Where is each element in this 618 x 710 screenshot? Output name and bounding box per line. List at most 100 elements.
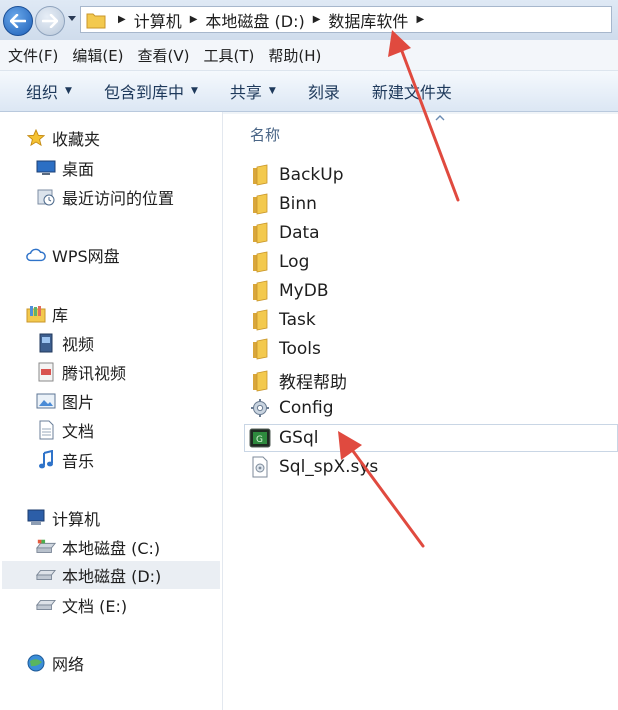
nav-network[interactable]: 网络 [26,651,84,675]
nav-favorites[interactable]: 收藏夹 [26,126,100,150]
nav-recent-places[interactable]: 最近访问的位置 [36,185,174,209]
library-icon [26,304,46,324]
pictures-icon [36,391,56,411]
menu-bar: 文件(F) 编辑(E) 查看(V) 工具(T) 帮助(H) [0,40,618,71]
system-file-icon [249,456,271,478]
breadcrumb-arrow-icon[interactable]: ▶ [416,14,424,25]
nav-label: 图片 [62,393,95,412]
file-item-task[interactable]: Task [249,309,316,331]
file-item-log[interactable]: Log [249,251,309,273]
file-name: 教程帮助 [279,373,347,393]
file-name: Binn [279,194,317,214]
navigation-pane: 收藏夹 桌面 最近访问的位置 WPS网盘 库 视频 腾讯视频 图片 文档 音乐 … [0,112,223,710]
history-dropdown-icon[interactable] [67,15,77,23]
nav-label: 库 [52,306,69,325]
file-item-binn[interactable]: Binn [249,193,317,215]
file-item-config[interactable]: Config [249,397,334,419]
nav-computer[interactable]: 计算机 [26,506,100,530]
chevron-down-icon: ▼ [268,86,276,96]
video-icon [36,333,56,353]
file-name: Data [279,223,320,243]
menu-view[interactable]: 查看(V) [138,45,190,66]
burn-label: 刻录 [307,83,340,102]
file-name: Tools [279,339,321,359]
organize-button[interactable]: 组织 ▼ [26,79,72,103]
nav-libraries[interactable]: 库 [26,302,68,326]
file-name: Task [279,310,316,330]
file-item-sql-spx-sys[interactable]: Sql_spX.sys [249,456,378,478]
include-library-button[interactable]: 包含到库中 ▼ [104,79,198,103]
breadcrumb-arrow-icon[interactable]: ▶ [190,14,198,25]
drive-icon [36,565,56,585]
menu-tools[interactable]: 工具(T) [204,45,255,66]
nav-drive-d[interactable]: 本地磁盘 (D:) [2,561,220,589]
folder-icon [249,251,271,273]
breadcrumb-drive-d[interactable]: ▶ 本地磁盘 (D:) [182,8,305,32]
music-icon [36,450,56,470]
nav-label: 桌面 [62,160,95,179]
file-item-mydb[interactable]: MyDB [249,280,328,302]
forward-arrow-icon [42,14,58,28]
back-arrow-icon [10,14,26,28]
breadcrumb-arrow-icon[interactable]: ▶ [118,14,126,25]
file-item-tools[interactable]: Tools [249,338,321,360]
nav-pictures[interactable]: 图片 [36,389,94,413]
recent-places-icon [36,187,56,207]
network-icon [26,653,46,673]
file-name: GSql [279,428,319,448]
forward-button[interactable] [35,6,65,36]
menu-edit[interactable]: 编辑(E) [72,45,123,66]
folder-icon [249,309,271,331]
breadcrumb-label[interactable]: 数据库软件 [328,8,408,32]
nav-wps-cloud[interactable]: WPS网盘 [26,243,120,267]
share-label: 共享 [229,83,262,102]
nav-videos[interactable]: 视频 [36,331,94,355]
nav-label: 视频 [62,335,95,354]
nav-drive-e[interactable]: 文档 (E:) [36,593,127,617]
sort-arrow-icon [435,115,445,121]
breadcrumb-database-software[interactable]: ▶ 数据库软件 ▶ [305,8,432,32]
share-button[interactable]: 共享 ▼ [230,79,276,103]
file-name: Log [279,252,310,272]
file-list-pane: 名称 BackUp Binn Data Log MyDB Task Tools … [223,112,618,710]
nav-label: 音乐 [62,452,95,471]
nav-label: 文档 (E:) [62,597,128,616]
breadcrumb-arrow-icon[interactable]: ▶ [313,14,321,25]
menu-help[interactable]: 帮助(H) [268,45,321,66]
file-item-gsql[interactable]: G GSql [244,424,618,452]
computer-icon [26,508,46,528]
address-path[interactable]: ▶ 计算机 ▶ 本地磁盘 (D:) ▶ 数据库软件 ▶ [80,6,612,33]
tencent-video-icon [36,362,56,382]
chevron-down-icon: ▼ [190,86,198,96]
new-folder-button[interactable]: 新建文件夹 [372,79,452,103]
nav-label: WPS网盘 [52,247,120,266]
back-button[interactable] [3,6,33,36]
breadcrumb-label[interactable]: 计算机 [134,8,182,32]
nav-documents[interactable]: 文档 [36,418,94,442]
burn-button[interactable]: 刻录 [308,79,340,103]
file-item-help[interactable]: 教程帮助 [249,368,347,393]
file-name: Sql_spX.sys [279,457,379,477]
nav-label: 最近访问的位置 [62,189,175,208]
menu-file[interactable]: 文件(F) [8,45,58,66]
nav-tencent-video[interactable]: 腾讯视频 [36,360,126,384]
include-library-label: 包含到库中 [103,83,184,102]
nav-music[interactable]: 音乐 [36,448,94,472]
breadcrumb-label[interactable]: 本地磁盘 (D:) [205,8,304,32]
file-name: MyDB [279,281,329,301]
nav-label: 腾讯视频 [62,364,127,383]
drive-icon [36,595,56,615]
column-header-name[interactable]: 名称 [250,124,280,145]
application-icon: G [249,427,271,449]
config-file-icon [249,397,271,419]
file-item-backup[interactable]: BackUp [249,164,344,186]
file-item-data[interactable]: Data [249,222,320,244]
nav-drive-c[interactable]: 本地磁盘 (C:) [36,535,160,559]
column-header-bar [223,112,618,114]
breadcrumb-computer[interactable]: ▶ 计算机 [110,8,182,32]
organize-label: 组织 [26,83,59,102]
nav-desktop[interactable]: 桌面 [36,156,94,180]
nav-label: 文档 [62,422,95,441]
folder-icon [249,222,271,244]
nav-label: 本地磁盘 (D:) [62,567,162,586]
